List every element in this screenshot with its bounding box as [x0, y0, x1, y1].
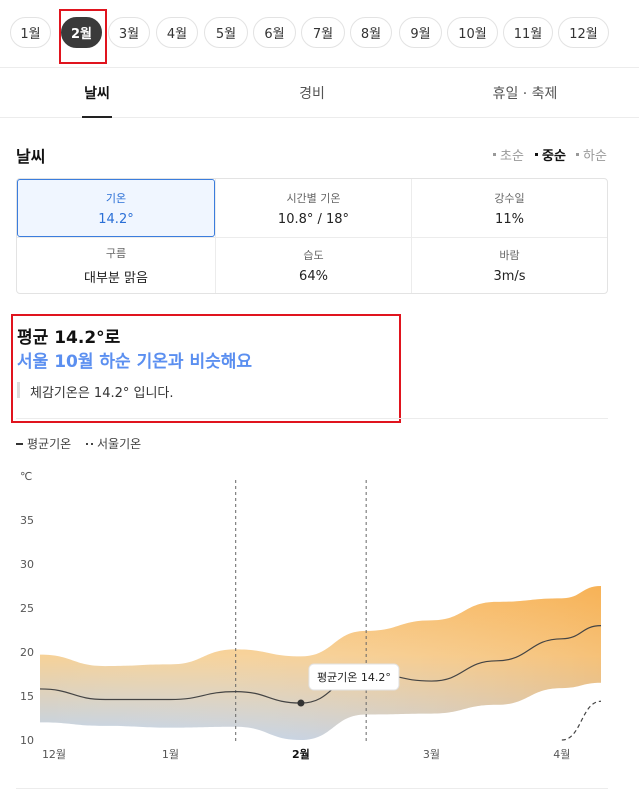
cell-value: 3m/s — [493, 269, 526, 284]
weather-cell-cloud[interactable]: 구름 대부분 맑음 — [17, 238, 215, 293]
weather-cell-temperature[interactable]: 기온 14.2° — [17, 179, 215, 237]
seoul-temperature-line — [561, 700, 602, 741]
temperature-range-band-warm-overlay — [40, 586, 601, 740]
quote-bar — [17, 382, 20, 398]
x-tick-label: 2월 — [292, 747, 310, 761]
month-chip-2[interactable]: 2월 — [61, 17, 102, 48]
cell-value: 10.8° / 18° — [277, 211, 350, 227]
cell-value: 14.2° — [98, 211, 134, 227]
season-label: 하순 — [583, 149, 607, 164]
y-tick-label: 30 — [20, 558, 34, 571]
cell-value: 64% — [299, 269, 328, 284]
y-tick-label: 10 — [20, 734, 34, 747]
cell-label: 구름 — [105, 247, 127, 260]
season-label: 중순 — [542, 149, 566, 164]
weather-cell-wind[interactable]: 바람 3m/s — [412, 238, 607, 293]
tab-expenses[interactable]: 경비 — [270, 68, 354, 118]
month-chip-1[interactable]: 1월 — [10, 17, 51, 48]
cell-label: 기온 — [105, 191, 127, 205]
dot-icon — [535, 153, 538, 156]
dot-icon — [576, 153, 579, 156]
cell-label: 습도 — [303, 249, 324, 262]
section-title: 날씨 — [16, 147, 46, 166]
bottom-divider — [16, 788, 608, 789]
average-point-marker — [297, 699, 305, 707]
legend-solid-swatch — [16, 442, 23, 445]
tab-weather[interactable]: 날씨 — [60, 68, 134, 118]
season-early[interactable]: 초순 — [493, 145, 524, 164]
x-tick-label: 4월 — [553, 748, 570, 761]
legend-label: 평균기온 — [27, 437, 72, 451]
y-tick-label: 20 — [20, 646, 34, 659]
cell-label: 강수일 — [494, 191, 525, 205]
y-tick-label: 25 — [20, 602, 34, 615]
y-tick-label: 35 — [20, 514, 34, 527]
month-chip-5[interactable]: 5월 — [204, 17, 248, 48]
tooltip-text: 평균기온 14.2° — [317, 671, 391, 684]
x-tick-label: 3월 — [423, 748, 440, 761]
cell-label: 바람 — [499, 249, 520, 262]
x-tick-label: 1월 — [162, 748, 179, 761]
cell-label: 시간별 기온 — [286, 191, 341, 205]
tab-holidays[interactable]: 휴일 · 축제 — [470, 68, 580, 118]
season-mid[interactable]: 중순 — [535, 145, 566, 164]
month-chip-3[interactable]: 3월 — [108, 17, 150, 48]
feels-like-text: 체감기온은 14.2° 입니다. — [30, 386, 174, 401]
temperature-chart: ℃ 35 30 25 20 15 10 평균기온 14.2° 12월 1월 2월 3월 4월 — [20, 470, 602, 761]
month-chip-6[interactable]: 6월 — [253, 17, 296, 48]
y-axis-unit: ℃ — [20, 470, 32, 483]
legend-seoul: 서울기온 — [86, 435, 141, 452]
month-selector: 1월 2월 3월 4월 5월 6월 7월 8월 9월 10월 11월 12월 — [0, 0, 639, 68]
cell-value: 대부분 맑음 — [84, 271, 148, 286]
month-chip-12[interactable]: 12월 — [558, 17, 609, 48]
x-tick-label: 12월 — [42, 748, 66, 761]
month-chip-11[interactable]: 11월 — [503, 17, 553, 48]
season-late[interactable]: 하순 — [576, 145, 607, 164]
weather-cell-hourly-temperature[interactable]: 시간별 기온 10.8° / 18° — [216, 179, 411, 237]
section-divider — [16, 418, 608, 419]
weather-cell-rain-days[interactable]: 강수일 11% — [412, 179, 607, 237]
tab-active-indicator — [82, 116, 112, 118]
cell-value: 11% — [495, 211, 524, 227]
legend-label: 서울기온 — [97, 437, 142, 451]
dot-icon — [493, 153, 496, 156]
summary-average: 평균 14.2°로 — [17, 328, 121, 348]
season-label: 초순 — [500, 149, 524, 164]
month-chip-4[interactable]: 4월 — [156, 17, 198, 48]
month-chip-10[interactable]: 10월 — [447, 17, 498, 48]
weather-cell-humidity[interactable]: 습도 64% — [216, 238, 411, 293]
month-chip-9[interactable]: 9월 — [399, 17, 442, 48]
legend-dashed-swatch — [86, 442, 93, 445]
weather-info-grid: 기온 14.2° 시간별 기온 10.8° / 18° 강수일 11% 구름 대… — [16, 178, 608, 294]
y-tick-label: 15 — [20, 690, 34, 703]
summary-comparison: 서울 10월 하순 기온과 비슷해요 — [17, 352, 253, 372]
tab-bar: 날씨 경비 휴일 · 축제 — [0, 68, 639, 118]
month-chip-7[interactable]: 7월 — [301, 17, 345, 48]
legend-avg: 평균기온 — [16, 435, 71, 452]
month-chip-8[interactable]: 8월 — [350, 17, 392, 48]
